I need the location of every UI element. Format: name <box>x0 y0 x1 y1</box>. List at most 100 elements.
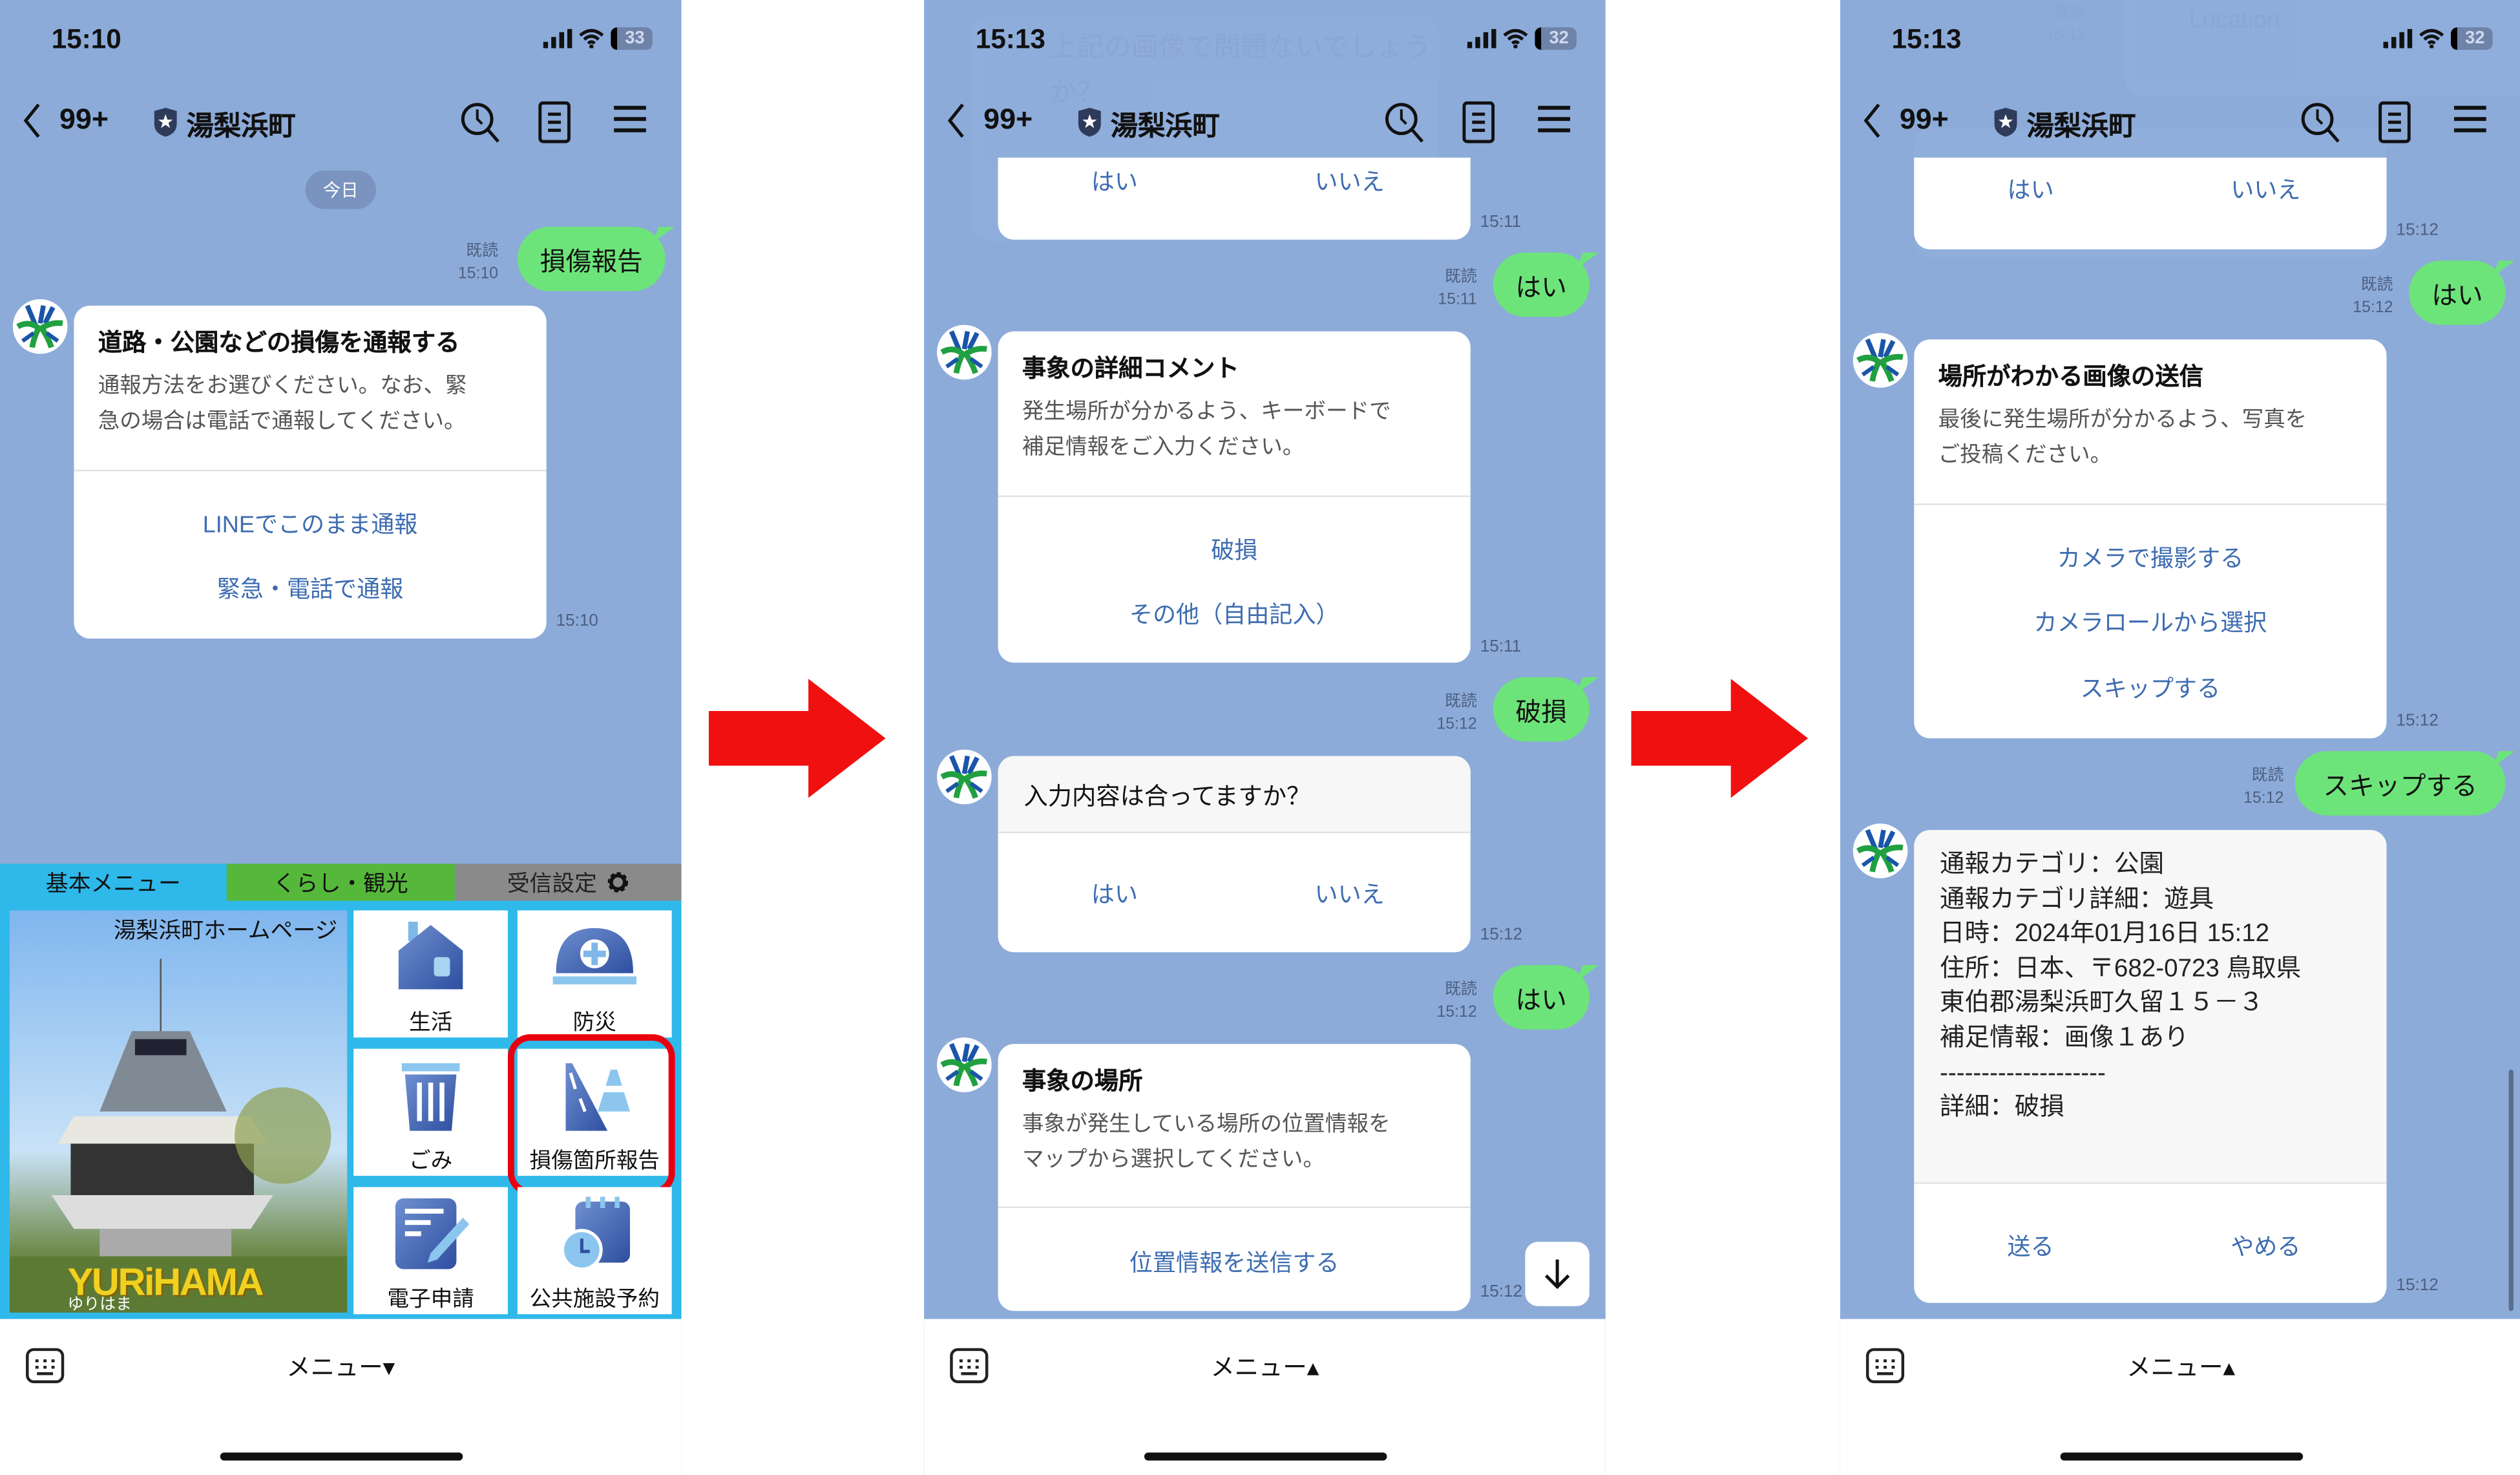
no-button[interactable]: いいえ <box>1315 876 1385 910</box>
card-title: 場所がわかる画像の送信 <box>1938 363 2203 391</box>
emergency-phone-button[interactable]: 緊急・電話で通報 <box>74 571 546 604</box>
battery-icon: 32 <box>2450 27 2493 50</box>
signal-icon <box>1467 28 1496 48</box>
home-indicator <box>220 1452 463 1461</box>
card-description: 通報方法をお選びください。なお、緊 急の場合は電話で通報してください。 <box>98 373 467 433</box>
trash-icon <box>401 1063 460 1131</box>
card-title: 事象の場所 <box>1022 1068 1143 1096</box>
avatar[interactable] <box>937 324 992 380</box>
card-title: 道路・公園などの損傷を通報する <box>98 330 460 357</box>
rich-menu: 基本メニュー くらし・観光 受信設定 湯梨浜町ホームページ YURiHAMA ゆ… <box>0 864 682 1319</box>
shield-star-icon <box>1076 106 1102 138</box>
message-card: 道路・公園などの損傷を通報する 通報方法をお選びください。なお、緊 急の場合は電話… <box>74 305 547 639</box>
message-time: 15:12 <box>1480 1282 1523 1302</box>
tab-living-tourism[interactable]: くらし・観光 <box>226 864 455 901</box>
divider <box>74 469 547 472</box>
signal-icon <box>543 28 572 48</box>
skip-button[interactable]: スキップする <box>1914 671 2386 705</box>
take-photo-button[interactable]: カメラで撮影する <box>1914 540 2386 574</box>
send-location-button[interactable]: 位置情報を送信する <box>998 1245 1471 1279</box>
shield-star-icon <box>1993 106 2019 138</box>
message-card: 入力内容は合ってますか？ はい いいえ <box>998 756 1471 953</box>
menu-toggle[interactable]: メニュー▴ <box>924 1350 1606 1383</box>
arrow-right-icon <box>1632 679 1809 798</box>
search-history-icon[interactable] <box>1383 101 1425 143</box>
message-time: 15:11 <box>1480 637 1522 657</box>
sent-message: スキップする <box>2294 751 2506 816</box>
unread-count[interactable]: 99+ <box>1900 103 1949 136</box>
chat-header: 99+ 湯梨浜町 <box>1840 96 2520 145</box>
chat-screen-3: 既読15:12 Location 位置情報は間違いありませんか？ 15:13 3… <box>1840 0 2520 1475</box>
menu-icon[interactable] <box>1537 105 1572 134</box>
bottom-bar: メニュー▴ <box>1840 1319 2520 1475</box>
wifi-icon <box>579 28 604 48</box>
calendar-clock-icon <box>561 1196 630 1271</box>
yes-button[interactable]: はい <box>1091 876 1138 910</box>
read-receipt: 既読 15:10 <box>457 242 499 283</box>
menu-icon[interactable] <box>613 105 648 134</box>
chat-title: 湯梨浜町 <box>186 111 296 142</box>
tab-notification-settings[interactable]: 受信設定 <box>454 864 682 901</box>
card-description: 発生場所が分かるよう、キーボードで 補足情報をご入力ください。 <box>1022 399 1391 459</box>
chevron-left-icon[interactable] <box>23 103 42 138</box>
chat-screen-1: 15:10 33 99+ 湯梨浜町 今日 既読 15:10 損傷報告 道路・公園な… <box>0 0 682 1475</box>
divider <box>1914 503 2387 505</box>
message-card: はい いいえ <box>1914 157 2387 249</box>
menu-tile-facility-booking[interactable]: 公共施設予約 <box>517 1187 672 1315</box>
scroll-to-bottom-button[interactable] <box>1525 1242 1590 1306</box>
unread-count[interactable]: 99+ <box>59 103 109 136</box>
helmet-icon <box>552 928 636 985</box>
send-button[interactable]: 送る <box>2008 1229 2054 1262</box>
menu-tile-disaster[interactable]: 防災 <box>517 910 672 1038</box>
status-icons: 32 <box>2383 27 2493 50</box>
report-via-line-button[interactable]: LINEでこのまま通報 <box>74 507 546 540</box>
message-time: 15:11 <box>1480 212 1522 232</box>
avatar[interactable] <box>1853 333 1908 388</box>
home-indicator <box>2060 1452 2304 1461</box>
notes-icon[interactable] <box>2378 101 2411 143</box>
menu-toggle[interactable]: メニュー▾ <box>0 1350 682 1383</box>
avatar[interactable] <box>937 1037 992 1092</box>
menu-tile-living[interactable]: 生活 <box>353 910 508 1038</box>
other-option-button[interactable]: その他（自由記入） <box>998 597 1471 630</box>
notes-icon[interactable] <box>1462 101 1495 143</box>
no-button[interactable]: いいえ <box>1315 164 1385 198</box>
yes-button[interactable]: はい <box>2008 172 2054 206</box>
avatar[interactable] <box>937 749 992 805</box>
chevron-left-icon[interactable] <box>1863 103 1882 138</box>
no-button[interactable]: いいえ <box>2231 172 2300 206</box>
read-receipt: 既読 15:12 <box>1436 693 1477 734</box>
sent-message: はい <box>1493 252 1590 317</box>
menu-icon[interactable] <box>2452 105 2488 134</box>
house-icon <box>398 921 463 990</box>
tab-basic-menu[interactable]: 基本メニュー <box>0 864 227 901</box>
bottom-bar: メニュー▾ <box>0 1319 682 1475</box>
status-time: 15:13 <box>1891 24 1962 55</box>
notes-icon[interactable] <box>538 101 571 143</box>
status-icons: 33 <box>543 27 653 50</box>
avatar[interactable] <box>1853 823 1908 878</box>
read-receipt: 既読 15:12 <box>2353 277 2393 317</box>
card-description: 最後に発生場所が分かるよう、写真を ご投稿ください。 <box>1938 407 2307 467</box>
damage-option-button[interactable]: 破損 <box>998 533 1471 566</box>
scrollbar[interactable] <box>2508 1069 2514 1311</box>
yes-button[interactable]: はい <box>1091 164 1138 198</box>
unread-count[interactable]: 99+ <box>983 103 1033 136</box>
message-card: 場所がわかる画像の送信 最後に発生場所が分かるよう、写真を ご投稿ください。 カメ… <box>1914 339 2387 739</box>
homepage-banner[interactable]: 湯梨浜町ホームページ YURiHAMA ゆりはま <box>9 910 348 1313</box>
search-history-icon[interactable] <box>459 101 501 143</box>
menu-tile-garbage[interactable]: ごみ <box>353 1048 508 1176</box>
arrow-right-icon <box>709 679 886 798</box>
avatar[interactable] <box>12 299 68 354</box>
camera-roll-button[interactable]: カメラロールから選択 <box>1914 605 2386 639</box>
card-title: 事象の詳細コメント <box>1022 355 1239 383</box>
chevron-left-icon[interactable] <box>947 103 966 138</box>
menu-tile-e-application[interactable]: 電子申請 <box>353 1187 508 1315</box>
search-history-icon[interactable] <box>2300 101 2342 143</box>
arrow-down-icon <box>1544 1259 1570 1289</box>
cancel-button[interactable]: やめる <box>2231 1229 2300 1262</box>
menu-toggle[interactable]: メニュー▴ <box>1840 1350 2520 1383</box>
wifi-icon <box>2419 28 2444 48</box>
chat-title: 湯梨浜町 <box>2026 111 2136 142</box>
bottom-bar: メニュー▴ <box>924 1319 1606 1475</box>
